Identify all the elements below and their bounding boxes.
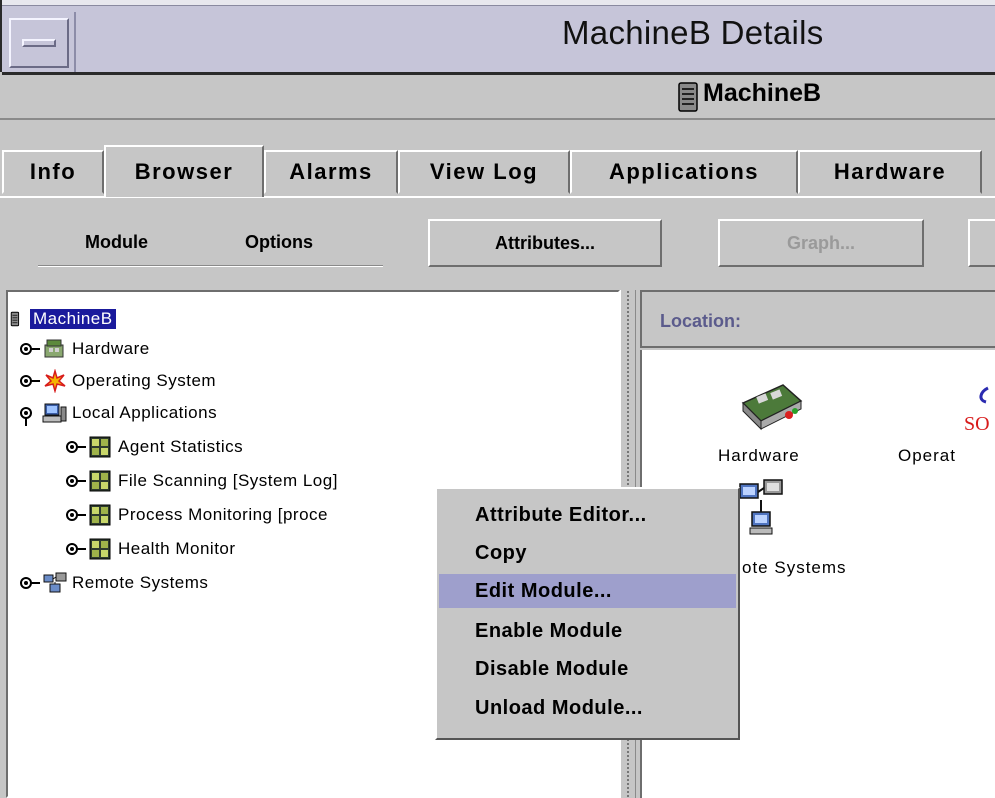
menu-item-enable-module[interactable]: Enable Module	[439, 614, 736, 648]
title-bar: MachineB Details	[0, 0, 995, 75]
menu-item-attribute-editor[interactable]: Attribute Editor...	[439, 498, 736, 532]
operating-system-icon	[44, 369, 66, 393]
title-bar-top-edge	[2, 0, 995, 6]
module-icon	[89, 504, 111, 526]
tree-item-machineb[interactable]: MachineB	[10, 306, 116, 332]
tree-item-operating-system[interactable]: Operating System	[20, 368, 216, 394]
tree-item-label: Agent Statistics	[118, 437, 244, 456]
icon-label-remote-systems: ote Systems	[742, 558, 847, 577]
expand-handle-icon[interactable]	[66, 542, 88, 556]
tab-label: View Log	[429, 159, 539, 184]
toolbar-button-partial[interactable]	[968, 219, 995, 267]
graph-button-label: Graph...	[786, 232, 855, 253]
expand-handle-icon[interactable]	[66, 508, 88, 522]
tab-alarms[interactable]: Alarms	[264, 150, 398, 194]
icon-label-hardware: Hardware	[718, 446, 800, 465]
local-applications-icon	[42, 403, 67, 423]
tab-view-log[interactable]: View Log	[398, 150, 570, 194]
collapse-handle-icon[interactable]	[20, 406, 42, 426]
tree-item-agent-statistics[interactable]: Agent Statistics	[66, 434, 243, 460]
tree-item-label: Remote Systems	[72, 573, 209, 592]
attributes-button-label: Attributes...	[494, 232, 595, 253]
context-menu: Attribute Editor... Copy Edit Module... …	[435, 487, 740, 740]
tab-label: Alarms	[289, 159, 373, 184]
tree-item-local-applications[interactable]: Local Applications	[20, 400, 217, 426]
module-icon	[89, 436, 111, 458]
tree-item-label: Process Monitoring [proce	[118, 505, 328, 524]
tab-hardware[interactable]: Hardware	[798, 150, 982, 194]
menu-item-edit-module[interactable]: Edit Module...	[439, 574, 736, 608]
hardware-icon	[44, 339, 64, 358]
tree-item-label: Hardware	[72, 339, 150, 358]
location-label: Location:	[660, 311, 741, 331]
tree-item-process-monitoring[interactable]: Process Monitoring [proce	[66, 502, 328, 528]
menu-item-copy[interactable]: Copy	[439, 536, 736, 570]
expand-handle-icon[interactable]	[66, 440, 88, 454]
window-menu-icon	[22, 39, 56, 47]
graph-button[interactable]: Graph...	[718, 219, 924, 267]
remote-systems-icon[interactable]	[738, 478, 788, 538]
tree-item-label: Local Applications	[72, 403, 218, 422]
tab-applications[interactable]: Applications	[570, 150, 798, 194]
tab-label: Applications	[608, 159, 759, 184]
tab-browser[interactable]: Browser	[104, 145, 264, 197]
module-menu[interactable]: Module	[85, 232, 148, 253]
host-bar	[0, 75, 995, 120]
tab-label: Browser	[134, 159, 234, 184]
tree-item-label: Operating System	[72, 371, 217, 390]
tree-item-label: Health Monitor	[118, 539, 236, 558]
expand-handle-icon[interactable]	[20, 342, 42, 356]
menu-item-disable-module[interactable]: Disable Module	[439, 652, 736, 686]
remote-systems-icon	[43, 572, 67, 593]
tree-item-hardware[interactable]: Hardware	[20, 336, 150, 362]
server-icon	[10, 311, 20, 327]
options-menu[interactable]: Options	[245, 232, 313, 253]
tree-item-label: MachineB	[30, 309, 116, 329]
attributes-button[interactable]: Attributes...	[428, 219, 662, 267]
tree-item-health-monitor[interactable]: Health Monitor	[66, 536, 236, 562]
expand-handle-icon[interactable]	[66, 474, 88, 488]
expand-handle-icon[interactable]	[20, 374, 42, 388]
hardware-icon[interactable]	[735, 375, 805, 435]
tab-info[interactable]: Info	[2, 150, 104, 194]
expand-handle-icon[interactable]	[20, 576, 42, 590]
tab-label: Hardware	[833, 159, 947, 184]
menu-item-unload-module[interactable]: Unload Module...	[439, 691, 736, 725]
menu-underline	[38, 265, 383, 267]
operating-system-icon[interactable]: SO	[960, 380, 995, 440]
server-icon	[678, 82, 698, 112]
title-divider	[74, 12, 76, 72]
window-title: MachineB Details	[562, 14, 824, 51]
tree-item-remote-systems[interactable]: Remote Systems	[20, 570, 208, 596]
tab-label: Info	[29, 159, 77, 184]
host-name: MachineB	[703, 79, 822, 107]
icon-label-operating-system: Operat	[898, 446, 956, 465]
tree-item-label: File Scanning [System Log]	[118, 471, 338, 490]
window-menu-button[interactable]	[9, 18, 69, 68]
module-icon	[89, 538, 111, 560]
module-icon	[89, 470, 111, 492]
tree-item-file-scanning[interactable]: File Scanning [System Log]	[66, 468, 338, 494]
svg-text:SO: SO	[964, 413, 990, 435]
